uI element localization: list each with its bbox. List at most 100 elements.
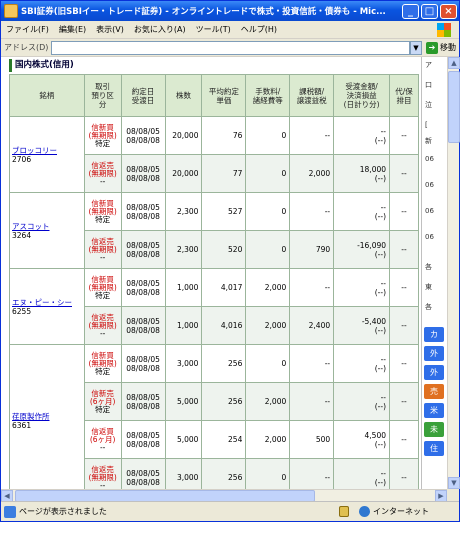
stock-name-link[interactable]: ブロッコリー [12,146,57,155]
side-panel-text: 東 [425,283,432,291]
pl-cell: -- (--) [333,382,391,421]
price-cell: 77 [201,154,247,193]
col-tax: 課税額/ 譲渡益税 [289,74,335,117]
dates-cell: 08/08/05 08/08/08 [120,382,166,421]
side-panel-button[interactable]: 住 [424,441,444,456]
side-panel-text: 各 [425,303,432,311]
stock-code: 6255 [12,306,32,316]
dates-cell: 08/08/05 08/08/08 [120,154,166,193]
stock-cell: 荏原製作所 6361 [9,344,85,489]
qty-cell: 5,000 [164,382,203,421]
tax-cell: -- [289,268,335,307]
table-row: アスコット 3264 信新買 (無期限) 特定 08/08/05 08/08/08 2,3… [9,192,419,269]
dates-cell: 08/08/05 08/08/08 [120,268,166,307]
account-type: 特定 [95,214,111,224]
side-panel-text: 06 [425,181,434,189]
side-panel-text: [ [425,121,428,129]
menu-file[interactable]: ファイル(F) [1,24,54,35]
col-qty: 株数 [164,74,203,117]
minimize-button[interactable]: _ [402,3,419,19]
misc-cell: -- [389,382,419,421]
menu-view[interactable]: 表示(V) [91,24,129,35]
menu-tools[interactable]: ツール(T) [191,24,236,35]
dates-cell: 08/08/05 08/08/08 [120,192,166,231]
trade-type: 信新買 (無期限) [88,274,117,292]
side-panel-text: 06 [425,155,434,163]
title-bar: SBI証券(旧SBIイー・トレード証券) - オンライントレードで株式・投資信託… [1,1,459,21]
side-panel-button[interactable]: 外 [424,365,444,380]
misc-cell: -- [389,154,419,193]
address-input[interactable] [51,40,410,55]
lock-icon [339,506,349,517]
side-panel-button[interactable]: 売 [424,384,444,399]
tax-cell: 2,400 [289,306,335,345]
pl-cell: -- (--) [333,192,391,231]
tax-cell: -- [289,344,335,383]
account-type: -- [99,480,106,489]
misc-cell: -- [389,420,419,459]
address-label: アドレス(D) [4,43,49,52]
qty-cell: 2,300 [164,192,203,231]
price-cell: 527 [201,192,247,231]
pl-cell: -5,400 (--) [333,306,391,345]
side-panel-text: 各 [425,263,432,271]
pl-cell: -- (--) [333,458,391,489]
trade-type: 信返売 (無期限) [88,236,117,254]
maximize-button[interactable]: □ [421,3,438,19]
fee-cell: 2,000 [245,420,291,459]
stock-name-link[interactable]: アスコット [12,222,50,231]
misc-cell: -- [389,306,419,345]
price-cell: 256 [201,344,247,383]
scroll-thumb[interactable] [448,71,460,143]
trade-type: 信新買 (無期限) [88,122,117,140]
col-date: 約定日 受渡日 [120,74,166,117]
account-type: 特定 [95,366,111,376]
pl-cell: -- (--) [333,116,391,155]
windows-logo-icon [437,22,451,37]
account-type: -- [99,442,106,452]
menu-edit[interactable]: 編集(E) [54,24,91,35]
scroll-down-icon[interactable]: ▼ [448,477,460,489]
side-panel-button[interactable]: 米 [424,403,444,418]
go-arrow-icon[interactable]: ➔ [426,41,438,54]
misc-cell: -- [389,230,419,269]
trade-type-cell: 信新買 (無期限) 特定 [83,116,122,155]
trade-type: 信返売 (無期限) [88,160,117,178]
fee-cell: 0 [245,458,291,489]
scroll-up-icon[interactable]: ▲ [448,57,460,69]
side-panel-text: 06 [425,207,434,215]
misc-cell: -- [389,344,419,383]
side-panel-button[interactable]: 未 [424,422,444,437]
account-type: -- [99,176,106,186]
stock-name-link[interactable]: 荏原製作所 [12,412,50,421]
side-panel-button[interactable]: カ [424,327,444,342]
stock-code: 2706 [12,154,32,164]
menu-bar: ファイル(F) 編集(E) 表示(V) お気に入り(A) ツール(T) ヘルプ(… [1,21,459,39]
price-cell: 4,016 [201,306,247,345]
trade-type-cell: 信返売 (無期限) -- [83,154,122,193]
side-panel-button[interactable]: 外 [424,346,444,361]
horizontal-scrollbar[interactable]: ◀ ▶ [1,489,447,502]
qty-cell: 1,000 [164,306,203,345]
trade-type-cell: 信新買 (無期限) 特定 [83,344,122,383]
globe-icon [359,506,370,517]
page-icon [4,505,16,518]
price-cell: 76 [201,116,247,155]
pl-cell: 18,000 (--) [333,154,391,193]
menu-help[interactable]: ヘルプ(H) [236,24,282,35]
fee-cell: 0 [245,230,291,269]
menu-favorites[interactable]: お気に入り(A) [129,24,191,35]
vertical-scrollbar[interactable]: ▲ ▼ [447,57,460,489]
close-button[interactable]: × [440,3,457,19]
stock-code: 6361 [12,420,32,430]
stock-name-link[interactable]: エヌ・ピー・シー [12,298,72,307]
address-dropdown-icon[interactable]: ▼ [410,40,422,55]
trade-type-cell: 信返売 (無期限) -- [83,306,122,345]
go-button[interactable]: 移動 [438,42,459,53]
tax-cell: -- [289,458,335,489]
tax-cell: 790 [289,230,335,269]
col-name: 銘柄 [9,74,85,117]
table-row: 荏原製作所 6361 信新買 (無期限) 特定 08/08/05 08/08/08 3,0… [9,344,419,489]
side-panel-text: 新 [425,137,432,145]
tax-cell: -- [289,192,335,231]
